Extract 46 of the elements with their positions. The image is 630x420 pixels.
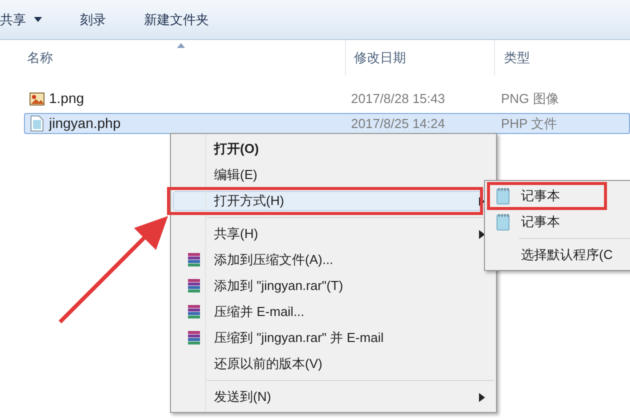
file-type: PNG 图像 <box>501 90 559 108</box>
column-header[interactable]: 类型 <box>495 40 630 76</box>
toolbar-button[interactable]: 共享 <box>0 4 42 34</box>
menu-item-label: 记事本 <box>521 187 560 206</box>
menu-item-label: 压缩到 "jingyan.rar" 并 E-mail <box>214 329 385 348</box>
menu-item-label: 添加到压缩文件(A)... <box>214 251 334 270</box>
menu-item[interactable]: 编辑(E) <box>173 165 494 185</box>
menu-item-label: 编辑(E) <box>214 166 258 184</box>
menu-item[interactable]: 发送到(N) <box>173 387 494 407</box>
file-row[interactable]: 1.png 2017/8/28 15:43 PNG 图像 <box>24 88 630 109</box>
toolbar-button[interactable]: 新建文件夹 <box>144 4 209 34</box>
menu-item-label: 压缩并 E-mail... <box>214 303 306 322</box>
archive-stack-icon <box>186 252 202 268</box>
notepad-icon <box>496 213 510 231</box>
archive-stack-icon <box>186 304 202 320</box>
menu-item-label: 打开(O) <box>214 140 260 158</box>
submenu-arrow-icon <box>479 230 485 238</box>
menu-item-label: 选择默认程序(C <box>521 246 613 264</box>
image-file-icon <box>29 90 45 106</box>
column-header[interactable]: 修改日期 <box>346 40 494 76</box>
file-date: 2017/8/28 15:43 <box>351 90 446 108</box>
menu-item-label: 还原以前的版本(V) <box>214 355 324 374</box>
file-type: PHP 文件 <box>501 114 558 133</box>
file-name: jingyan.php <box>49 114 122 133</box>
menu-item-label: 发送到(N) <box>214 388 272 406</box>
archive-stack-icon <box>186 330 202 346</box>
menu-item-label: 打开方式(H) <box>214 192 286 210</box>
archive-stack-icon <box>186 278 202 294</box>
menu-item[interactable]: 打开(O) <box>173 139 494 159</box>
file-name: 1.png <box>49 89 86 108</box>
menu-item-label: 添加到 "jingyan.rar"(T) <box>214 277 344 296</box>
file-date: 2017/8/25 14:24 <box>351 114 446 133</box>
menu-item[interactable]: 压缩到 "jingyan.rar" 并 E-mail <box>173 328 494 348</box>
column-header[interactable]: 名称 <box>27 40 345 76</box>
menu-item[interactable]: 还原以前的版本(V) <box>173 354 494 374</box>
toolbar-button[interactable]: 刻录 <box>80 4 106 34</box>
menu-item[interactable]: 添加到 "jingyan.rar"(T) <box>173 276 494 296</box>
menu-item-label: 记事本 <box>521 213 560 232</box>
document-icon <box>30 115 44 132</box>
menu-item-label: 共享(H) <box>214 225 260 244</box>
submenu-arrow-icon <box>479 392 485 402</box>
sort-arrow-icon <box>177 43 185 48</box>
file-row[interactable]: jingyan.php 2017/8/25 14:24 PHP 文件 <box>24 113 630 134</box>
notepad-icon <box>496 187 510 205</box>
dropdown-caret-icon <box>34 17 42 22</box>
menu-item[interactable]: 压缩并 E-mail... <box>173 302 494 322</box>
